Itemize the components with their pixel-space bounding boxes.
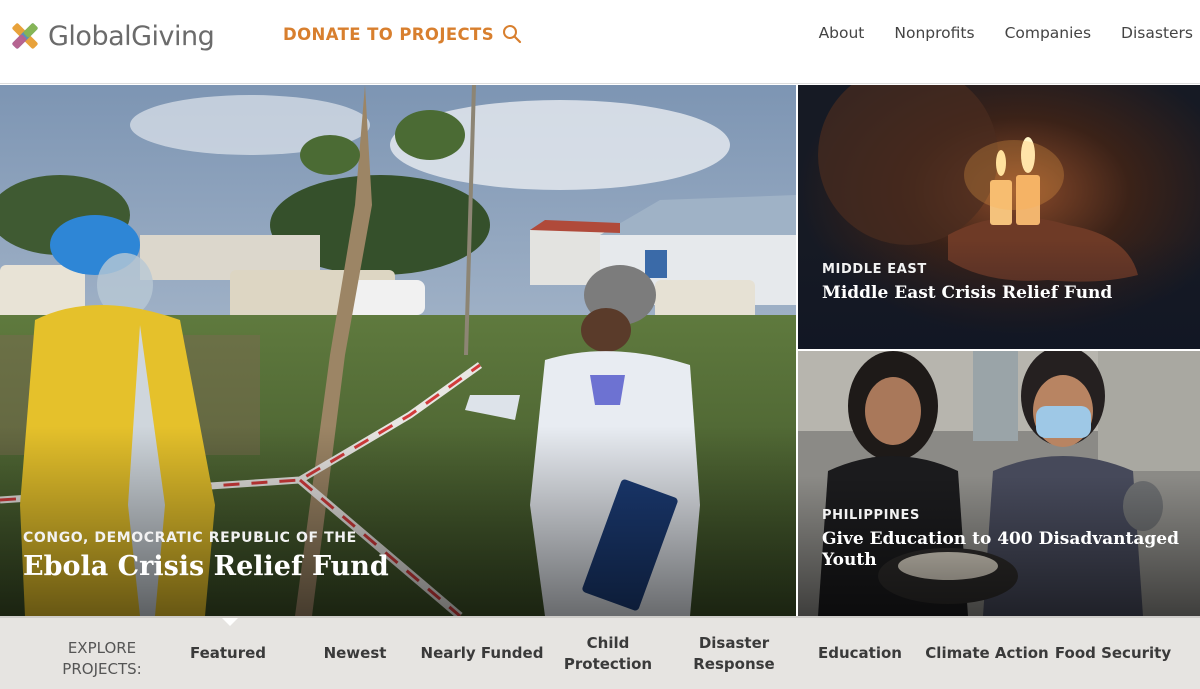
explore-label: EXPLORE PROJECTS:	[62, 639, 142, 678]
project-country: CONGO, DEMOCRATIC REPUBLIC OF THE	[23, 530, 357, 546]
tab-newest[interactable]: Newest	[293, 618, 417, 689]
featured-project-ebola[interactable]: CONGO, DEMOCRATIC REPUBLIC OF THE Ebola …	[0, 85, 796, 616]
hero-shade	[0, 426, 796, 616]
tab-child-protection[interactable]: Child Protection	[556, 618, 660, 689]
project-country: MIDDLE EAST	[822, 262, 927, 277]
featured-project-middle-east[interactable]: MIDDLE EAST Middle East Crisis Relief Fu…	[798, 85, 1200, 349]
globalgiving-logo-icon	[12, 23, 38, 49]
logo-text: GlobalGiving	[48, 20, 215, 52]
nav-disasters[interactable]: Disasters	[1121, 24, 1193, 42]
globalgiving-logo[interactable]: GlobalGiving	[8, 17, 215, 55]
tab-disaster-response[interactable]: Disaster Response	[684, 618, 784, 689]
tab-climate-action[interactable]: Climate Action	[922, 618, 1052, 689]
tab-nearly-funded[interactable]: Nearly Funded	[417, 618, 547, 689]
donate-to-projects-link[interactable]: DONATE TO PROJECTS	[283, 24, 522, 44]
nav-nonprofits[interactable]: Nonprofits	[894, 24, 974, 42]
featured-project-philippines[interactable]: PHILIPPINES Give Education to 400 Disadv…	[798, 351, 1200, 616]
tab-education[interactable]: Education	[800, 618, 920, 689]
project-title: Ebola Crisis Relief Fund	[23, 551, 389, 582]
project-title: Give Education to 400 Disadvantaged Yout…	[822, 529, 1179, 570]
search-icon[interactable]	[502, 24, 522, 44]
tab-food-security[interactable]: Food Security	[1052, 618, 1174, 689]
nav-companies[interactable]: Companies	[1005, 24, 1091, 42]
project-country: PHILIPPINES	[822, 508, 920, 523]
explore-projects-bar: EXPLORE PROJECTS: Featured Newest Nearly…	[0, 616, 1200, 689]
nav-about[interactable]: About	[819, 24, 865, 42]
project-title: Middle East Crisis Relief Fund	[822, 283, 1113, 303]
tab-featured[interactable]: Featured	[163, 618, 293, 689]
donate-label: DONATE TO PROJECTS	[283, 24, 495, 44]
site-header: GlobalGiving DONATE TO PROJECTS About No…	[0, 0, 1200, 84]
main-nav: About Nonprofits Companies Disasters	[789, 24, 1193, 42]
